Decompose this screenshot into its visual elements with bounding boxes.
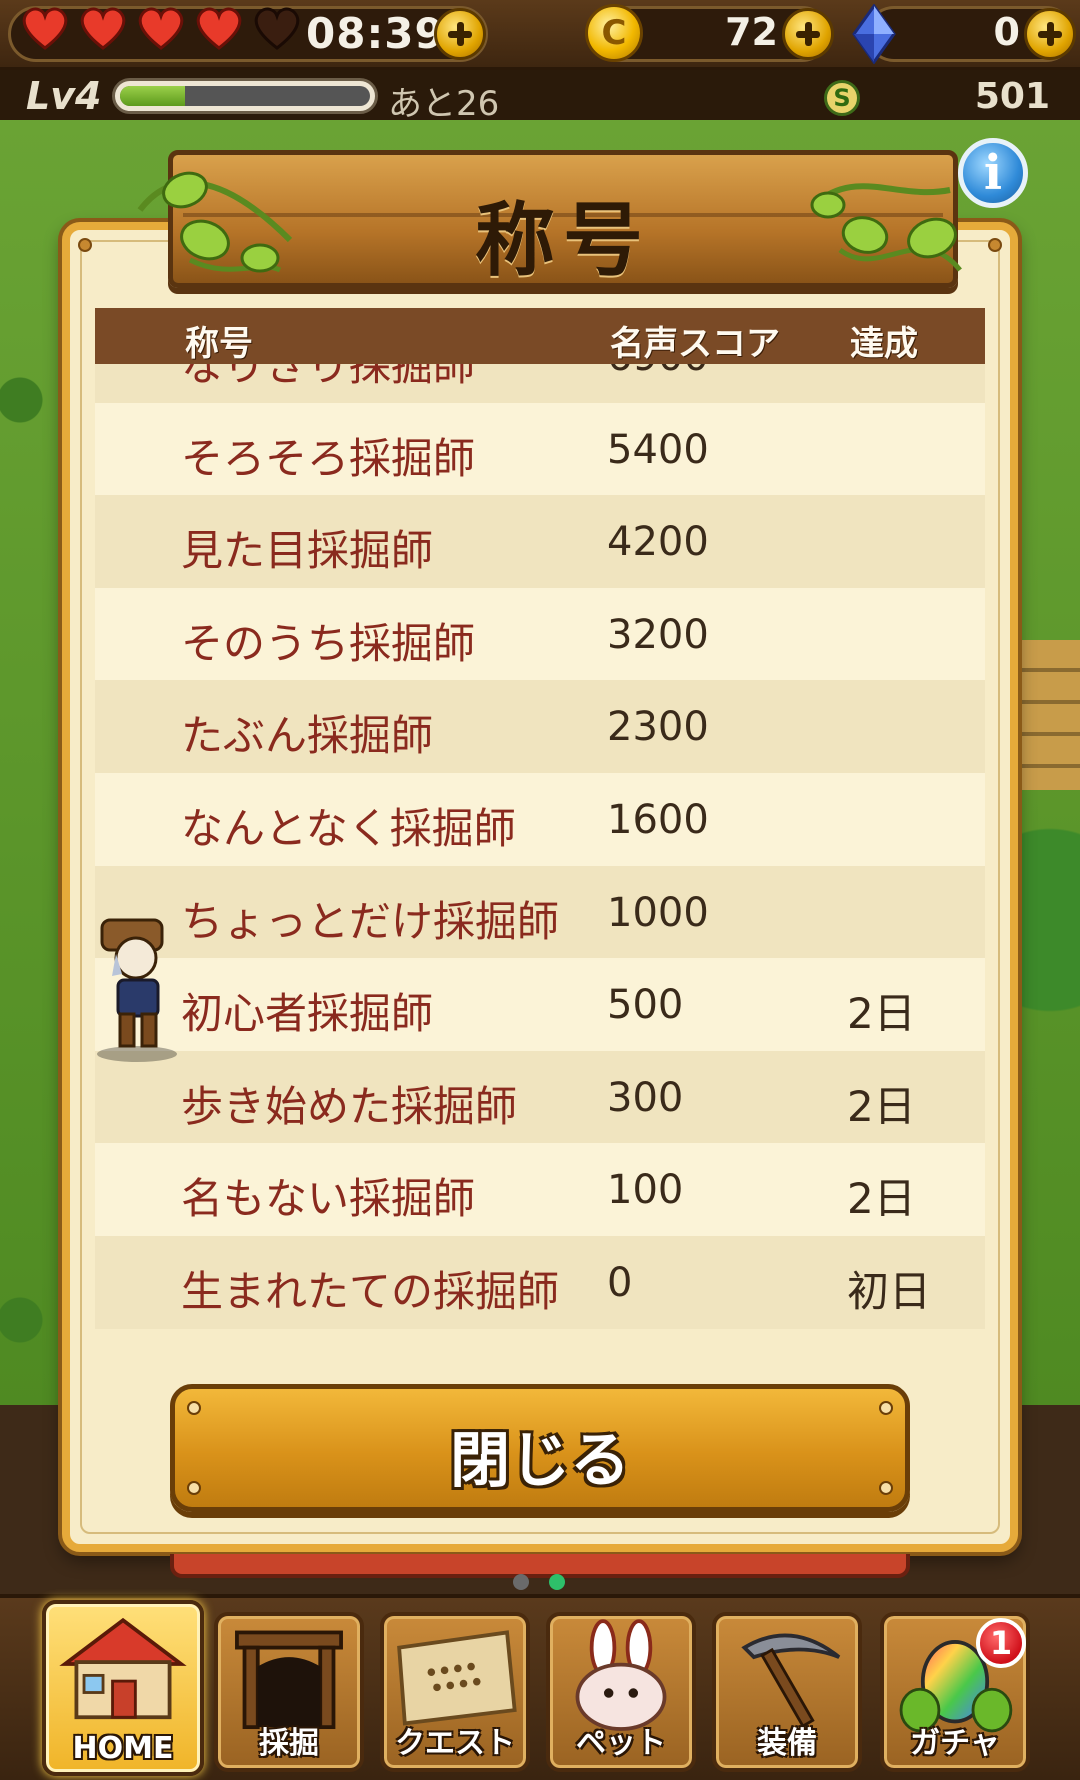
title-table-rows: なりきり採掘師 6900 そろそろ採掘師 5400 見た目採掘師 4200 そのうち採掘師 3… — [95, 364, 985, 1329]
row-title: 生まれたての採掘師 — [181, 1266, 560, 1316]
vine-leaves-left-icon — [137, 171, 293, 273]
rivet — [988, 238, 1002, 252]
row-score: 4200 — [607, 519, 709, 566]
row-score: 2300 — [607, 704, 709, 751]
row-score: 100 — [607, 1167, 684, 1214]
gem-count: 0 — [993, 10, 1020, 54]
close-button-label: 閉じる — [450, 1426, 630, 1496]
row-title: なんとなく採掘師 — [181, 803, 516, 853]
vine-leaves-right-icon — [810, 183, 962, 272]
table-row: なりきり採掘師 6900 — [95, 364, 985, 403]
table-row: そろそろ採掘師 5400 — [95, 402, 985, 496]
gacha-notification-badge: 1 — [976, 1618, 1026, 1668]
life-timer: 08:39 — [306, 9, 445, 58]
nav-label: 採掘 — [259, 1726, 319, 1761]
nav-quest[interactable]: クエスト — [380, 1612, 530, 1772]
table-row: ちょっとだけ採掘師 1000 — [95, 865, 985, 959]
xp-remaining: あと26 — [388, 84, 500, 124]
table-header: 称号 名声スコア 達成 — [95, 308, 985, 364]
info-icon: i — [983, 145, 1003, 201]
row-title: 歩き始めた採掘師 — [181, 1081, 518, 1131]
row-score: 1000 — [607, 889, 709, 936]
row-achieved: 初日 — [847, 1266, 932, 1316]
nav-label: 装備 — [757, 1726, 817, 1761]
add-lives-button[interactable] — [434, 8, 486, 60]
column-score: 名声スコア — [610, 324, 780, 364]
row-achieved: 2日 — [847, 989, 916, 1039]
house-icon — [59, 1617, 187, 1720]
nav-label: ガチャ — [910, 1726, 1000, 1761]
row-achieved: 2日 — [847, 1174, 916, 1224]
add-coins-button[interactable] — [782, 8, 834, 60]
table-row: そのうち採掘師 3200 — [95, 587, 985, 681]
column-title: 称号 — [185, 324, 253, 364]
row-title: そろそろ採掘師 — [181, 433, 476, 483]
heart-full-icon — [196, 7, 242, 50]
table-row: 名もない採掘師 100 2日 — [95, 1143, 985, 1236]
s-currency-count: 501 — [974, 76, 1050, 117]
row-title: ちょっとだけ採掘師 — [181, 896, 560, 946]
row-score: 1600 — [607, 796, 709, 843]
nav-label: HOME — [72, 1731, 174, 1766]
add-gems-button[interactable] — [1024, 8, 1076, 60]
coin-icon: C — [585, 4, 643, 62]
row-title: そのうち採掘師 — [181, 618, 476, 668]
row-score: 6900 — [607, 364, 709, 380]
heart-full-icon — [80, 7, 126, 50]
rivet — [78, 238, 92, 252]
brick-wall-decoration — [1010, 640, 1080, 790]
row-score: 0 — [607, 1259, 633, 1306]
nav-label: クエスト — [395, 1726, 515, 1761]
gem-icon — [852, 4, 896, 64]
xp-progress-bar — [112, 78, 378, 114]
player-character-icon — [97, 918, 177, 1062]
nav-pet[interactable]: ペット — [546, 1612, 696, 1772]
table-row: たぶん採掘師 2300 — [95, 680, 985, 773]
coin-count: 72 — [725, 10, 778, 54]
table-row: 歩き始めた採掘師 300 2日 — [95, 1050, 985, 1144]
table-row: 生まれたての採掘師 0 初日 — [95, 1235, 985, 1329]
heart-full-icon — [22, 7, 68, 50]
row-score: 5400 — [607, 426, 709, 473]
row-achieved: 2日 — [847, 1081, 916, 1131]
table-row: なんとなく採掘師 1600 — [95, 772, 985, 866]
title-table-scroll[interactable]: なりきり採掘師 6900 そろそろ採掘師 5400 見た目採掘師 4200 そのうち採掘師 3… — [95, 364, 985, 1348]
heart-full-icon — [138, 7, 184, 50]
row-score: 500 — [607, 982, 684, 1029]
nav-home[interactable]: HOME — [42, 1600, 204, 1776]
xp-progress-fill — [120, 86, 185, 106]
row-score: 300 — [607, 1074, 684, 1121]
underlying-panel-edge — [170, 1554, 910, 1578]
player-level: Lv4 — [26, 74, 102, 118]
s-currency-icon: S — [824, 80, 860, 116]
page-dot[interactable] — [513, 1574, 529, 1590]
row-title: 見た目採掘師 — [181, 526, 434, 576]
nav-mine[interactable]: 採掘 — [214, 1612, 364, 1772]
nav-label: ペット — [576, 1726, 666, 1761]
row-title: 名もない採掘師 — [181, 1174, 476, 1224]
nav-equipment[interactable]: 装備 — [712, 1612, 862, 1772]
row-title: なりきり採掘師 — [181, 364, 476, 390]
info-button[interactable]: i — [958, 138, 1028, 208]
table-row: 見た目採掘師 4200 — [95, 495, 985, 588]
row-title: 初心者採掘師 — [181, 989, 434, 1039]
column-achieved: 達成 — [850, 324, 918, 364]
table-row: 初心者採掘師 500 2日 — [95, 958, 985, 1051]
page-dot-active[interactable] — [549, 1574, 565, 1590]
row-score: 3200 — [607, 611, 709, 658]
heart-empty-icon — [254, 7, 300, 50]
row-title: たぶん採掘師 — [181, 711, 434, 761]
